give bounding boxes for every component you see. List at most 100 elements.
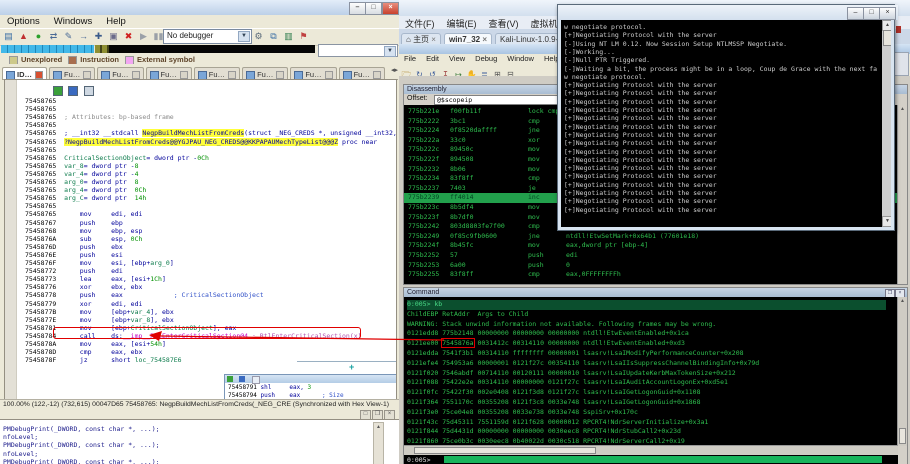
run-icon[interactable]: ▶: [137, 30, 150, 43]
hint-popup-header[interactable]: [225, 375, 396, 384]
ida-menu-bar: Options Windows Help: [0, 15, 399, 28]
minimize-icon[interactable]: –: [847, 7, 864, 20]
analyze-icon[interactable]: ▲: [17, 30, 30, 43]
cmd-console[interactable]: w negotiate protocol. [+]Negotiating Prot…: [561, 20, 891, 227]
menu-item-help[interactable]: Help: [99, 15, 133, 28]
overview-icon[interactable]: [83, 86, 94, 96]
navigation-band-marker[interactable]: [95, 45, 109, 53]
windbg-menu-file[interactable]: File: [399, 54, 421, 64]
resume-analysis-icon[interactable]: ●: [32, 30, 45, 43]
debugger-select[interactable]: No debugger ▼: [163, 29, 252, 44]
vmware-menu-item[interactable]: 文件(F): [399, 16, 441, 29]
listing-line: 75458765: [25, 202, 65, 211]
options-icon[interactable]: ⚙: [252, 30, 265, 43]
add-icon[interactable]: ✚: [92, 30, 105, 43]
scroll-thumb[interactable]: [883, 30, 891, 46]
ida-tab-bar: ID… Fu… Fu… Fu… Fu… Fu… Fu… Fu… ◂▸: [2, 64, 398, 80]
stack-line: 0121edd8 775b2148 00000000 00000000 0000…: [407, 329, 689, 338]
windbg-menu-debug[interactable]: Debug: [470, 54, 502, 64]
patch-icon[interactable]: ▣: [107, 30, 120, 43]
listing-line: 75458765 ; Attributes: bp-based frame: [25, 113, 174, 122]
menu-item-windows[interactable]: Windows: [47, 15, 100, 28]
tab-close-icon[interactable]: [324, 71, 333, 79]
tab-close-icon[interactable]: ×: [480, 35, 487, 44]
chart-icon[interactable]: ▥: [282, 30, 295, 43]
output-line: PMDebugPrint(_DWORD, const char *, ...);: [3, 425, 160, 433]
disassembly-view[interactable]: 75458765 75458765 75458765 ; Attributes:…: [4, 79, 397, 401]
tab-close-icon[interactable]: [228, 71, 237, 79]
listing-line: 75458765 var_8= dword ptr -8: [25, 161, 139, 170]
tab-close-icon[interactable]: [35, 71, 43, 79]
jump-icon[interactable]: ⇄: [47, 30, 60, 43]
listing-line: 75458765: [25, 105, 65, 114]
close-icon[interactable]: ×: [382, 2, 399, 15]
listing-line: 75458765 ?NegpBuildMechListFromCreds@@YG…: [25, 137, 378, 146]
rename-icon[interactable]: ✎: [62, 30, 75, 43]
stack-line: 0121f088 75422e2e 00314110 00000000 0121…: [407, 378, 728, 387]
listing-line: 7545877E mov [ebp+var_8], ebx: [25, 315, 174, 324]
listing-line: 75458765: [25, 121, 65, 130]
menu-item-options[interactable]: Options: [0, 15, 47, 28]
tab-close-icon[interactable]: ×: [429, 35, 436, 44]
output-window-header: □ ❐ ×: [0, 409, 399, 420]
listing-line: 75458765 var_4= dword ptr -4: [25, 169, 139, 178]
tab-close-icon[interactable]: [372, 71, 381, 79]
listing-line: 7545878F jz short loc_754587E6: [25, 356, 182, 365]
flag-icon[interactable]: ⚑: [297, 30, 310, 43]
text-view-icon[interactable]: [68, 86, 79, 96]
command-input[interactable]: [444, 456, 882, 463]
output-window[interactable]: PMDebugPrint(_DWORD, const char *, ...);…: [0, 419, 399, 464]
open-file-icon[interactable]: ▤: [2, 30, 15, 43]
windows-icon[interactable]: ⧉: [267, 30, 280, 43]
ida-title-bar[interactable]: 32(lsasrv_origin.idb (lsasrv_origin.dll)…: [0, 0, 402, 15]
tab-close-icon[interactable]: [83, 71, 92, 79]
console-line: [-]Waiting a bit, the process might be i…: [564, 64, 878, 73]
chevron-down-icon[interactable]: ▼: [238, 31, 250, 42]
navigation-band-explored[interactable]: [1, 45, 94, 53]
scroll-up-icon[interactable]: ▲: [898, 105, 907, 113]
command-panel-header[interactable]: Command ❐ ×: [404, 288, 907, 298]
output-line: nfoLevel;: [3, 433, 39, 442]
command-output[interactable]: 0:005> kb ChildEBP RetAddr Args to Child W…: [404, 297, 898, 446]
vmware-menu-item[interactable]: 编辑(E): [441, 16, 483, 29]
minimize-icon[interactable]: –: [349, 2, 366, 15]
windbg-menu-edit[interactable]: Edit: [421, 54, 444, 64]
windbg-command-panel: Command ❐ × 0:005> kb ChildEBP RetAddr Ar…: [403, 287, 908, 464]
listing-line: 75458765 arg_0= dword ptr 8: [25, 178, 139, 186]
close-icon[interactable]: ×: [879, 7, 896, 20]
cmd-scrollbar[interactable]: ▲ ▼: [882, 20, 891, 227]
maximize-icon[interactable]: □: [863, 7, 880, 20]
output-scrollbar[interactable]: ▲: [373, 422, 384, 464]
legend-swatch: [125, 56, 135, 64]
console-line: [+]Negotiating Protocol with the server: [564, 180, 717, 189]
tab-close-icon[interactable]: [179, 71, 188, 79]
vmware-menu-item[interactable]: 查看(V): [483, 16, 525, 29]
cmd-title-bar[interactable]: C:\ C:\Windows\system32\cmd.exe - python…: [558, 5, 898, 20]
graph-view-icon[interactable]: [53, 86, 63, 96]
tab-close-icon[interactable]: [276, 71, 285, 79]
output-line: PMDebugPrint(_DWORD, const char *, ...);: [3, 441, 160, 450]
tab-scroll-arrows[interactable]: ◂▸: [391, 64, 398, 77]
tab-close-icon[interactable]: [131, 71, 140, 79]
listing-line: 75458779 xor edi, edi: [25, 299, 143, 308]
windbg-menu-window[interactable]: Window: [502, 54, 539, 64]
scroll-up-icon[interactable]: ▲: [374, 423, 383, 431]
listing-line: 7545876F mov esi, [ebp+arg_0]: [25, 259, 174, 267]
maximize-icon[interactable]: □: [365, 2, 382, 15]
navigation-band-unexplored[interactable]: [109, 45, 315, 53]
windbg-menu-view[interactable]: View: [444, 54, 470, 64]
cancel-icon[interactable]: ✖: [122, 30, 135, 43]
tab-label: Fu…: [64, 70, 81, 79]
command-hscrollbar[interactable]: [404, 445, 898, 455]
graph-cross-icon: +: [349, 362, 355, 372]
scroll-thumb[interactable]: [899, 428, 906, 444]
disassembly-scrollbar[interactable]: ▲: [897, 105, 907, 284]
scroll-down-icon[interactable]: ▼: [882, 216, 891, 227]
listing-line: 7545876E push esi: [25, 250, 123, 259]
listing-line: 75458765 arg_C= dword ptr 14h: [25, 194, 147, 203]
command-vscrollbar[interactable]: ▲: [897, 297, 907, 446]
scroll-thumb[interactable]: [414, 447, 596, 454]
listing-line: 75458765 ; __int32 __stdcall NegpBuildMe…: [25, 129, 397, 138]
scroll-up-icon[interactable]: ▲: [898, 297, 907, 305]
xref-icon[interactable]: →: [77, 30, 90, 43]
